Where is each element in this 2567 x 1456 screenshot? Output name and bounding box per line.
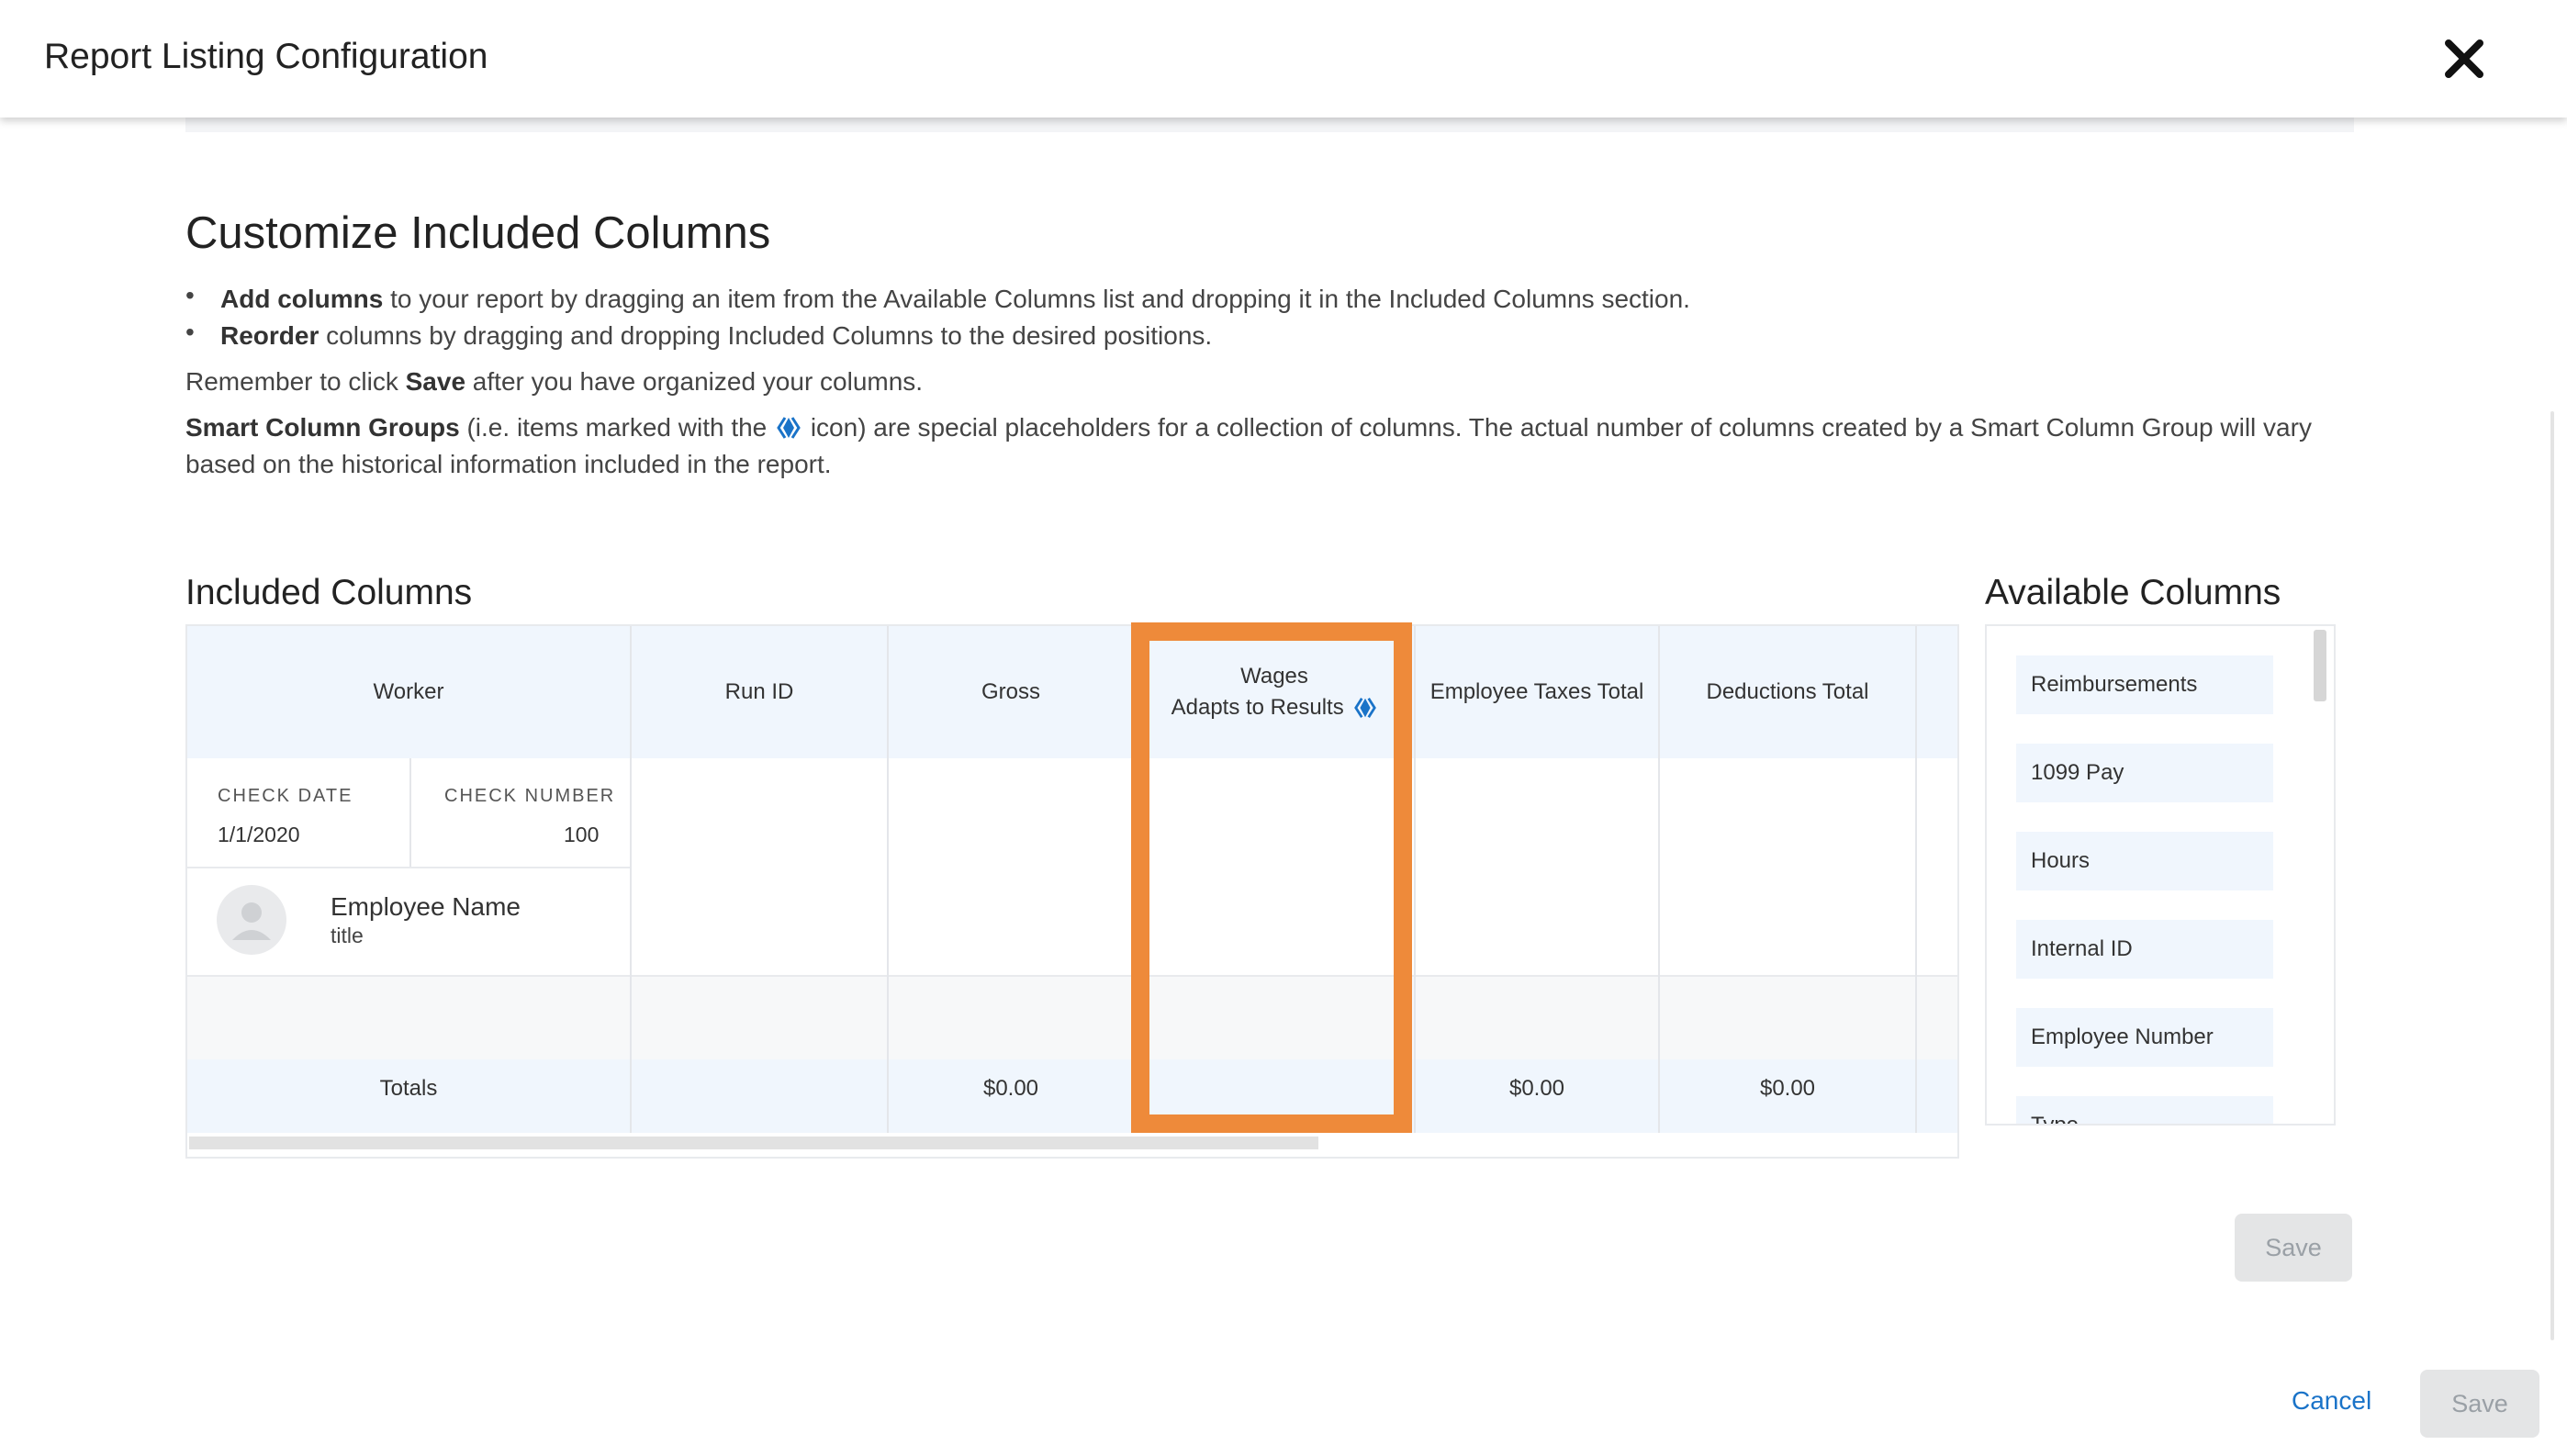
bullet-dot: • — [185, 281, 195, 309]
dialog-header: Report Listing Configuration — [0, 0, 2567, 118]
totals-label: Totals — [379, 1076, 438, 1101]
column-header-overflow — [1917, 626, 1957, 758]
smart-groups-bold: Smart Column Groups — [185, 413, 460, 442]
included-columns-grid: Worker Run ID Gross Wages Adapts to Resu… — [185, 624, 1959, 1159]
smart-column-icon — [777, 417, 801, 439]
cancel-button[interactable]: Cancel — [2292, 1386, 2371, 1416]
totals-gross: $0.00 — [982, 1076, 1039, 1101]
instruction-reorder-bold: Reorder — [220, 321, 319, 350]
column-divider — [1414, 626, 1416, 1133]
person-icon — [232, 902, 271, 940]
available-column-1099-pay[interactable]: 1099 Pay — [2016, 744, 2273, 802]
column-header-worker[interactable]: Worker — [187, 626, 630, 758]
available-column-reimbursements[interactable]: Reimbursements — [2016, 655, 2273, 714]
check-number-value: 100 — [564, 823, 600, 846]
available-column-internal-id[interactable]: Internal ID — [2016, 920, 2273, 979]
included-columns-heading: Included Columns — [185, 573, 473, 612]
dialog-title: Report Listing Configuration — [44, 37, 488, 76]
available-column-hours[interactable]: Hours — [2016, 832, 2273, 890]
column-divider — [1658, 626, 1660, 1133]
smart-groups-pre: (i.e. items marked with the — [459, 413, 775, 442]
page-scrollbar[interactable] — [2550, 411, 2554, 1340]
column-header-label: Employee Taxes Total — [1429, 679, 1644, 704]
instruction-add: Add columns to your report by dragging a… — [220, 281, 1690, 318]
bullet-dot: • — [185, 318, 195, 346]
column-divider — [1133, 626, 1135, 1133]
column-header-label: Gross — [981, 679, 1040, 704]
wages-subtitle: Adapts to Results — [1171, 695, 1378, 721]
available-columns-heading: Available Columns — [1985, 573, 2281, 612]
smart-groups-post: icon) are special placeholders for a col… — [803, 413, 2312, 442]
instruction-add-text: to your report by dragging an item from … — [383, 285, 1690, 313]
row-divider — [187, 975, 1957, 977]
check-number-label: CHECK NUMBER — [444, 786, 616, 806]
check-date-value: 1/1/2020 — [218, 823, 300, 846]
employee-name: Employee Name — [331, 892, 521, 921]
totals-deductions: $0.00 — [1759, 1076, 1816, 1101]
column-header-wages[interactable]: Wages Adapts to Results — [1135, 626, 1414, 758]
available-list-scrollbar[interactable] — [2314, 630, 2326, 701]
check-date-label: CHECK DATE — [218, 786, 353, 806]
column-header-label: Run ID — [724, 679, 794, 704]
totals-employee-taxes: $0.00 — [1508, 1076, 1565, 1101]
column-divider — [887, 626, 889, 1133]
column-divider — [630, 626, 632, 1133]
card-divider — [187, 867, 630, 868]
remember-post: after you have organized your columns. — [465, 367, 924, 396]
available-column-type[interactable]: Type — [2016, 1096, 2273, 1124]
column-header-employee-taxes[interactable]: Employee Taxes Total — [1416, 626, 1658, 758]
available-column-employee-number[interactable]: Employee Number — [2016, 1008, 2273, 1067]
column-header-label: Worker — [373, 679, 444, 704]
instruction-reorder-text: columns by dragging and dropping Include… — [319, 321, 1213, 350]
wages-subtitle-text: Adapts to Results — [1171, 695, 1344, 720]
smart-groups-note: Smart Column Groups (i.e. items marked w… — [185, 409, 2312, 446]
section-heading: Customize Included Columns — [185, 208, 771, 258]
column-header-run-id[interactable]: Run ID — [632, 626, 887, 758]
card-divider — [409, 758, 411, 867]
remember-pre: Remember to click — [185, 367, 406, 396]
available-columns-list: Reimbursements 1099 Pay Hours Internal I… — [1985, 624, 2336, 1126]
instruction-add-bold: Add columns — [220, 285, 384, 313]
column-header-gross[interactable]: Gross — [889, 626, 1133, 758]
column-divider — [1915, 626, 1917, 1133]
top-band — [185, 118, 2354, 132]
close-button[interactable] — [2431, 31, 2497, 86]
column-header-label: Wages — [1240, 664, 1308, 689]
remember-bold: Save — [405, 367, 466, 396]
grid-horizontal-scrollbar[interactable] — [189, 1137, 1318, 1149]
footer-save-button[interactable]: Save — [2420, 1370, 2539, 1438]
column-header-deductions[interactable]: Deductions Total — [1660, 626, 1915, 758]
instruction-reorder: Reorder columns by dragging and dropping… — [220, 318, 1212, 354]
spacer-row — [187, 977, 1957, 1059]
close-icon — [2445, 39, 2483, 78]
employee-title: title — [331, 924, 364, 947]
smart-groups-note-line2: based on the historical information incl… — [185, 450, 832, 478]
smart-column-icon — [1354, 698, 1377, 718]
column-header-label: Deductions Total — [1706, 679, 1869, 704]
remember-note: Remember to click Save after you have or… — [185, 364, 923, 400]
avatar — [217, 885, 286, 955]
save-button[interactable]: Save — [2235, 1214, 2352, 1282]
